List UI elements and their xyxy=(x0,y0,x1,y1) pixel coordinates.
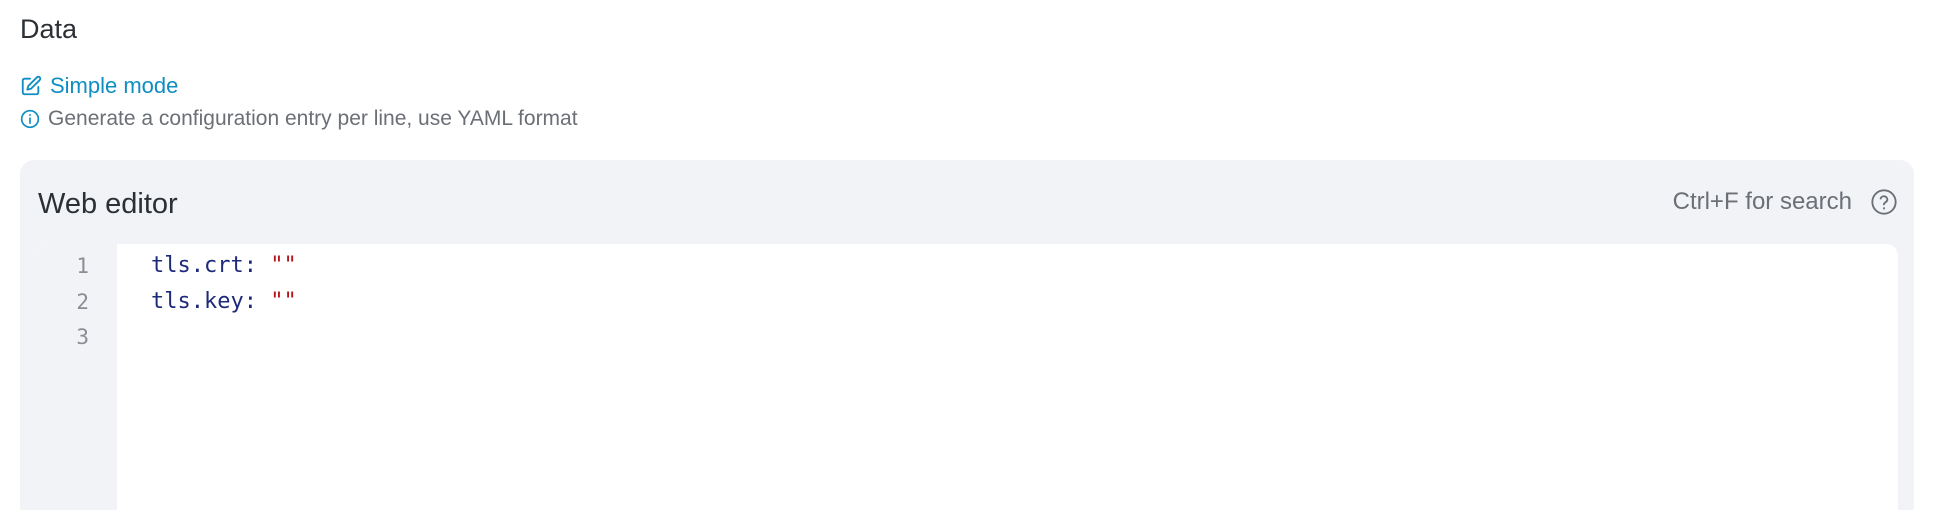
code-line[interactable]: tls.key: "" xyxy=(151,284,297,320)
yaml-key: tls.key xyxy=(151,289,244,314)
format-hint: Generate a configuration entry per line,… xyxy=(20,105,578,133)
line-number-gutter: 1 2 3 xyxy=(38,244,117,510)
code-editor[interactable]: 1 2 3 tls.crt: "" tls.key: "" xyxy=(38,244,1898,510)
editor-toolbar: Ctrl+F for search xyxy=(1673,186,1898,218)
info-icon xyxy=(20,109,40,129)
yaml-separator: : xyxy=(243,289,271,314)
code-line[interactable]: tls.crt: "" xyxy=(151,248,297,284)
edit-icon xyxy=(20,75,42,97)
page: Data Simple mode Generate a configuratio… xyxy=(0,0,1934,510)
yaml-separator: : xyxy=(243,253,271,278)
help-circle-icon[interactable] xyxy=(1870,188,1898,216)
line-number: 2 xyxy=(76,290,89,314)
yaml-value: "" xyxy=(270,289,297,314)
yaml-key: tls.crt xyxy=(151,253,244,278)
format-hint-text: Generate a configuration entry per line,… xyxy=(48,107,578,130)
yaml-value: "" xyxy=(270,253,297,278)
simple-mode-link[interactable]: Simple mode xyxy=(20,72,178,100)
search-shortcut-hint: Ctrl+F for search xyxy=(1672,188,1852,215)
line-number: 3 xyxy=(76,325,89,349)
web-editor-panel: Web editor Ctrl+F for search 1 2 3 tls.c… xyxy=(20,160,1914,510)
section-title: Data xyxy=(20,14,78,44)
simple-mode-label: Simple mode xyxy=(50,73,179,98)
line-number: 1 xyxy=(76,254,89,278)
editor-title: Web editor xyxy=(38,188,178,220)
